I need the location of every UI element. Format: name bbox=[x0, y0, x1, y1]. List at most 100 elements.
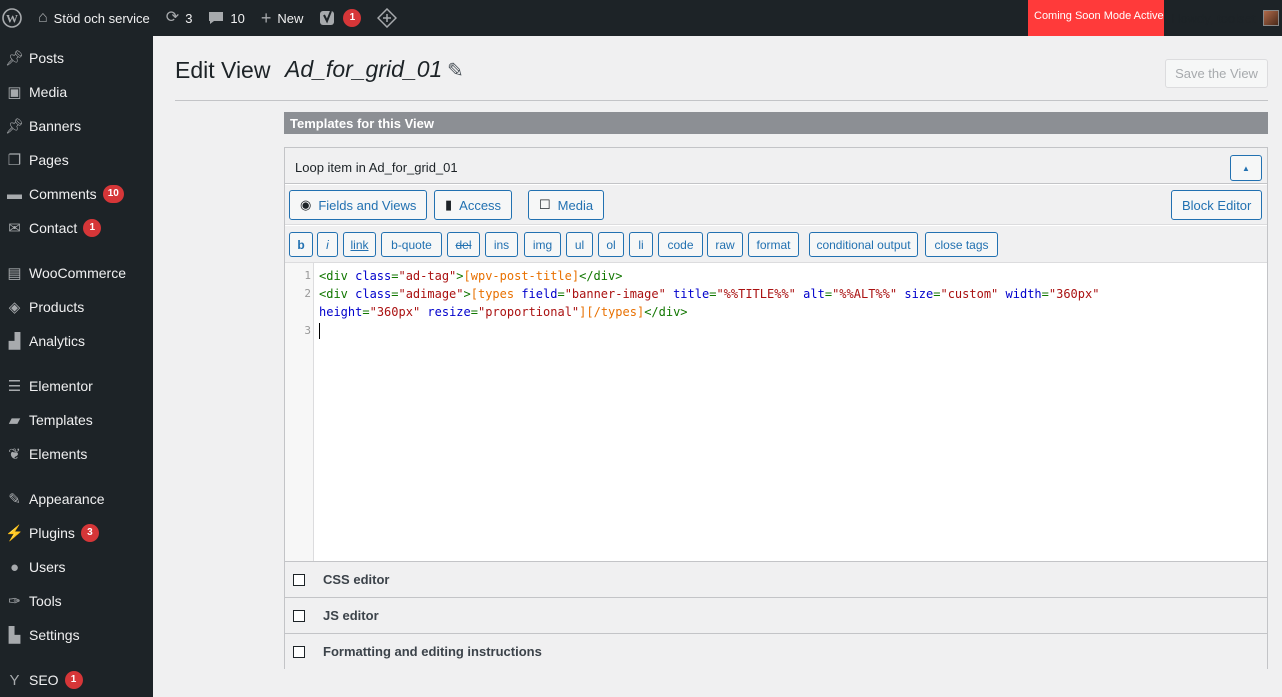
qt-del-button[interactable]: del bbox=[447, 232, 480, 257]
sidebar-item-label: Posts bbox=[29, 50, 65, 66]
code-editor[interactable]: 1 2 3 <div class="ad-tag">[wpv-post-titl… bbox=[285, 262, 1267, 561]
code-token: class bbox=[355, 287, 392, 301]
coming-soon-badge[interactable]: Coming Soon Mode Active bbox=[1028, 0, 1164, 36]
qt-bquote-button[interactable]: b-quote bbox=[381, 232, 442, 257]
home-icon: ⌂ bbox=[38, 9, 48, 26]
code-token: > bbox=[463, 287, 471, 301]
code-token: field bbox=[521, 287, 558, 301]
new-label: New bbox=[277, 10, 304, 26]
sidebar-item-comments[interactable]: ▬ Comments 10 bbox=[0, 177, 153, 211]
qt-img-button[interactable]: img bbox=[524, 232, 561, 257]
user-menu[interactable]: Howdy, toolset bbox=[1164, 0, 1280, 36]
code-token: = bbox=[824, 287, 833, 301]
sidebar-item-posts[interactable]: 📌︎ Posts bbox=[0, 41, 153, 75]
plus-icon: + bbox=[260, 8, 272, 28]
plugins-badge: 3 bbox=[80, 524, 99, 542]
button-label: Fields and Views bbox=[318, 197, 417, 213]
toolset-link[interactable] bbox=[369, 0, 405, 36]
accordion-label: Formatting and editing instructions bbox=[323, 644, 542, 659]
folder-icon: ▰ bbox=[8, 412, 21, 429]
qt-ul-button[interactable]: ul bbox=[566, 232, 593, 257]
qt-code-button[interactable]: code bbox=[658, 232, 703, 257]
pages-icon: ❐ bbox=[7, 152, 22, 169]
comments-link[interactable]: 10 bbox=[200, 0, 252, 36]
code-token: "%%ALT%%" bbox=[832, 287, 898, 301]
qt-link-button[interactable]: link bbox=[343, 232, 376, 257]
new-content-link[interactable]: + New bbox=[253, 0, 312, 36]
qt-ol-button[interactable]: ol bbox=[598, 232, 624, 257]
code-line-2-wrap: height="360px" resize="proportional"][/t… bbox=[319, 305, 688, 319]
sidebar-item-woocommerce[interactable]: ▤ WooCommerce bbox=[0, 256, 153, 290]
text-cursor bbox=[319, 323, 320, 339]
yoast-link[interactable]: 1 bbox=[311, 0, 369, 36]
sidebar-item-settings[interactable]: ▙ Settings bbox=[0, 618, 153, 652]
code-token: "adimage" bbox=[398, 287, 464, 301]
sidebar-item-label: Comments bbox=[29, 186, 97, 202]
collapse-button[interactable]: ▲ bbox=[1230, 155, 1262, 181]
qt-li-button[interactable]: li bbox=[629, 232, 653, 257]
qt-italic-button[interactable]: i bbox=[317, 232, 338, 257]
sidebar-item-plugins[interactable]: ⚡ Plugins 3 bbox=[0, 516, 153, 550]
code-token: "banner-image" bbox=[564, 287, 666, 301]
formatting-instructions-toggle[interactable]: Formatting and editing instructions bbox=[285, 633, 1267, 669]
sidebar-item-templates[interactable]: ▰ Templates bbox=[0, 403, 153, 437]
code-line-2: <div class="adimage">[types field="banne… bbox=[319, 287, 1099, 301]
js-editor-toggle[interactable]: JS editor bbox=[285, 597, 1267, 633]
block-editor-button[interactable]: Block Editor bbox=[1171, 190, 1263, 220]
editor-toolbar: ◉ Fields and Views ▮ Access ☐ Media Bloc… bbox=[285, 185, 1267, 225]
accordion-label: JS editor bbox=[323, 608, 379, 623]
sidebar-item-media[interactable]: ▣ Media bbox=[0, 75, 153, 109]
sidebar-item-pages[interactable]: ❐ Pages bbox=[0, 143, 153, 177]
sidebar-item-elements[interactable]: ❦ Elements bbox=[0, 437, 153, 471]
sidebar-item-tools[interactable]: ✑ Tools bbox=[0, 584, 153, 618]
view-name[interactable]: Ad_for_grid_01 bbox=[285, 56, 442, 83]
code-token: alt bbox=[803, 287, 825, 301]
howdy-text: Howdy, toolset bbox=[1171, 10, 1256, 26]
qt-close-tags-button[interactable]: close tags bbox=[925, 232, 998, 257]
sidebar-item-contact[interactable]: ✉ Contact 1 bbox=[0, 211, 153, 245]
box-icon: ◈ bbox=[8, 299, 21, 316]
updates-link[interactable]: ⟳ 3 bbox=[158, 0, 201, 36]
comments-count: 10 bbox=[230, 10, 245, 26]
sidebar-item-label: Tools bbox=[29, 593, 62, 609]
sidebar-item-banners[interactable]: 📌︎ Banners bbox=[0, 109, 153, 143]
accordion-label: CSS editor bbox=[323, 572, 390, 587]
toolset-icon bbox=[377, 8, 398, 28]
wordpress-logo[interactable]: W bbox=[0, 0, 30, 36]
code-token: = bbox=[470, 305, 478, 319]
mail-icon: ✉ bbox=[8, 220, 21, 237]
code-token: ][/types] bbox=[579, 305, 645, 319]
qt-format-button[interactable]: format bbox=[748, 232, 799, 257]
sidebar-item-elementor[interactable]: ☰ Elementor bbox=[0, 369, 153, 403]
css-editor-toggle[interactable]: CSS editor bbox=[285, 561, 1267, 597]
code-token: title bbox=[673, 287, 710, 301]
qt-ins-button[interactable]: ins bbox=[485, 232, 518, 257]
sidebar-item-label: SEO bbox=[29, 672, 59, 688]
sidebar-item-appearance[interactable]: ✎ Appearance bbox=[0, 482, 153, 516]
access-button[interactable]: ▮ Access bbox=[434, 190, 513, 220]
sidebar-item-seo[interactable]: Y SEO 1 bbox=[0, 663, 153, 697]
woo-icon: ▤ bbox=[7, 265, 22, 282]
sidebar-item-users[interactable]: ● Users bbox=[0, 550, 153, 584]
pencil-icon[interactable]: ✎ bbox=[447, 58, 464, 83]
qt-bold-button[interactable]: b bbox=[289, 232, 313, 257]
admin-sidebar: 📌︎ Posts ▣ Media 📌︎ Banners ❐ Pages ▬ Comment… bbox=[0, 36, 153, 697]
site-name-link[interactable]: ⌂ Stöd och service bbox=[30, 0, 158, 36]
sidebar-item-label: Plugins bbox=[29, 525, 75, 541]
qt-raw-button[interactable]: raw bbox=[707, 232, 743, 257]
brush-icon: ✎ bbox=[8, 491, 21, 508]
loop-template-panel: Loop item in Ad_for_grid_01 ▲ ◉ Fields a… bbox=[284, 147, 1268, 669]
media-button[interactable]: ☐ Media bbox=[528, 190, 605, 220]
sidebar-item-products[interactable]: ◈ Products bbox=[0, 290, 153, 324]
save-view-button[interactable]: Save the View bbox=[1165, 59, 1268, 88]
elementor-icon: ☰ bbox=[7, 378, 22, 395]
qt-conditional-output-button[interactable]: conditional output bbox=[809, 232, 918, 257]
button-label: Block Editor bbox=[1182, 197, 1252, 213]
divider bbox=[175, 100, 1268, 101]
sidebar-item-analytics[interactable]: ▟ Analytics bbox=[0, 324, 153, 358]
code-token: height bbox=[319, 305, 363, 319]
sidebar-item-label: Users bbox=[29, 559, 66, 575]
fields-and-views-button[interactable]: ◉ Fields and Views bbox=[289, 190, 428, 220]
code-token: class bbox=[355, 269, 392, 283]
